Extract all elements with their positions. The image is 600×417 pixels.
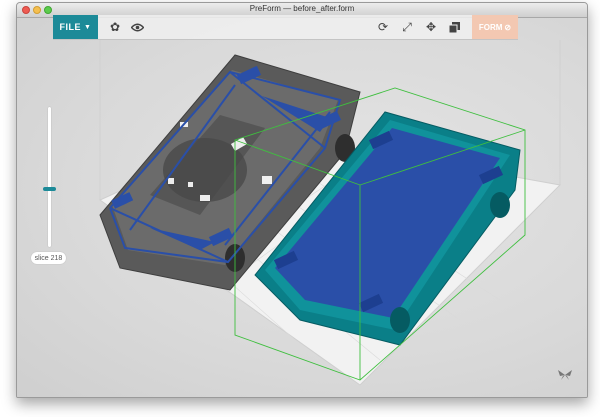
file-label: FILE [59, 22, 82, 32]
file-menu-button[interactable]: FILE ▼ [53, 15, 98, 39]
settings-gear-icon[interactable]: ✿ [107, 19, 123, 35]
rotate-icon[interactable]: ⟳ [375, 19, 391, 35]
form-label: FORM [478, 22, 503, 32]
build-scene[interactable] [0, 0, 600, 417]
formlabs-logo-icon [558, 370, 572, 380]
layout-icon[interactable] [446, 19, 462, 35]
form-print-button[interactable]: FORM ⊘ [472, 15, 518, 39]
form-status-icon: ⊘ [504, 22, 512, 32]
slice-slider-handle[interactable] [43, 187, 56, 191]
slice-label: slice 218 [31, 252, 66, 264]
eye-icon[interactable] [129, 19, 145, 35]
move-icon[interactable]: ✥ [423, 19, 439, 35]
scale-icon[interactable]: ⤢ [399, 19, 415, 35]
main-toolbar: FILE ▼ ✿ ⟳ ⤢ ✥ FORM ⊘ [53, 15, 518, 40]
chevron-down-icon: ▼ [84, 23, 92, 31]
slice-slider-track[interactable] [48, 107, 51, 247]
